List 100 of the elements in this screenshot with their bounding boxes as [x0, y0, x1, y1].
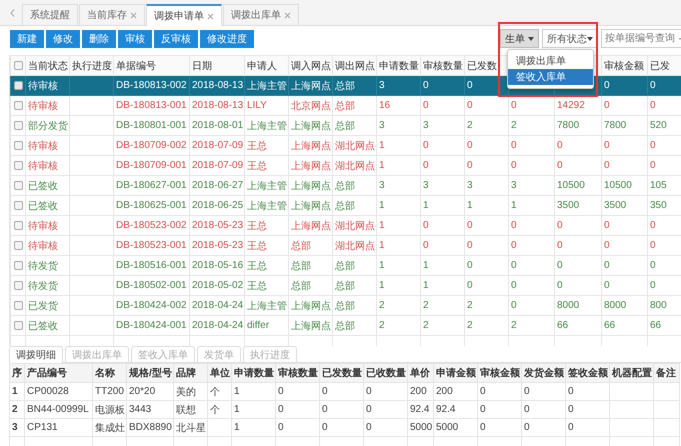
table-cell: 已发货	[28, 300, 58, 312]
checkbox[interactable]	[14, 240, 22, 250]
close-icon[interactable]	[130, 12, 137, 18]
tab[interactable]: 调拨出库单	[223, 4, 299, 25]
table-cell: 3443	[129, 404, 152, 415]
status-select[interactable]: 所有状态	[542, 29, 598, 48]
table-cell: 0	[511, 140, 517, 151]
checkbox[interactable]	[14, 200, 22, 210]
table-cell: DB-180813-001	[116, 100, 187, 111]
table-cell: 0	[278, 404, 284, 415]
table-cell: 0	[423, 160, 429, 171]
table-cell: 0	[650, 100, 656, 111]
table-cell: 2	[467, 320, 473, 331]
table-cell: 0	[278, 386, 284, 397]
column-header: 审核数量	[420, 56, 464, 76]
checkbox[interactable]	[14, 60, 22, 70]
checkbox[interactable]	[14, 160, 22, 170]
toolbar-button[interactable]: 修改	[46, 30, 80, 48]
generate-button[interactable]: 生单	[500, 29, 539, 48]
table-cell: 0	[511, 260, 517, 271]
table-cell: BN44-00999L	[27, 404, 89, 415]
table-cell: 0	[467, 220, 473, 231]
table-cell: 16	[379, 100, 390, 111]
tab[interactable]: 发货单	[197, 346, 241, 362]
table-cell: 已签收	[28, 320, 58, 332]
menu-item[interactable]: 调拨出库单	[508, 53, 593, 69]
table-cell: 0	[650, 240, 656, 251]
tab[interactable]: 调拨申请单	[146, 4, 222, 26]
toolbar-button[interactable]: 反审核	[154, 30, 198, 48]
table-cell: 待审核	[28, 240, 58, 252]
caret-icon	[587, 36, 593, 40]
table-cell: differ	[247, 320, 270, 331]
column-header: 单据编号	[114, 56, 190, 76]
column-header: 规格/型号	[129, 368, 172, 379]
table-cell: 0	[511, 220, 517, 231]
toolbar-button[interactable]: 新建	[10, 30, 44, 48]
table-cell: 2018-08-13	[192, 80, 244, 91]
table-cell: 20*20	[129, 386, 156, 397]
checkbox[interactable]	[14, 100, 22, 110]
column-header: 单位	[210, 368, 230, 379]
table-cell: 2018-05-23	[192, 240, 244, 251]
table-cell: 美的	[176, 386, 196, 398]
table-cell: 2	[511, 120, 517, 131]
table-cell: 0	[278, 422, 284, 433]
table-cell: 上海网点	[291, 220, 331, 232]
table-cell: 0	[322, 422, 328, 433]
table-cell: DB-180709-001	[116, 160, 187, 171]
table-cell: TT200	[95, 386, 124, 397]
tab[interactable]: 系统提醒	[22, 4, 78, 25]
checkbox[interactable]	[14, 80, 22, 90]
table-cell: 0	[480, 386, 486, 397]
tab[interactable]: 执行进度	[243, 346, 297, 362]
table-cell: 0	[557, 280, 563, 291]
search-field[interactable]: 按单据编号查询	[601, 29, 681, 48]
toolbar-button[interactable]: 审核	[118, 30, 152, 48]
column-header: 调入网点	[288, 56, 332, 76]
checkbox[interactable]	[14, 180, 22, 190]
table-cell: 7800	[557, 120, 580, 131]
table-cell: 0	[604, 220, 610, 231]
chevron-left-icon[interactable]	[10, 9, 15, 17]
table-cell: 0	[322, 386, 328, 397]
tab[interactable]: 调拨明细	[9, 346, 63, 363]
tab[interactable]: 当前库存	[79, 4, 145, 25]
table-cell: 0	[467, 240, 473, 251]
table-cell: 待审核	[28, 140, 58, 152]
column-header: 审核金额	[480, 368, 520, 379]
checkbox[interactable]	[14, 140, 22, 150]
toolbar-button[interactable]: 修改进度	[200, 30, 254, 48]
checkbox[interactable]	[14, 120, 22, 130]
checkbox[interactable]	[14, 320, 22, 330]
tab[interactable]: 签收入库单	[131, 346, 195, 362]
table-cell: 0	[557, 260, 563, 271]
close-icon[interactable]	[284, 12, 291, 18]
table-cell: 1	[379, 280, 385, 291]
table-cell: 2	[379, 300, 385, 311]
checkbox[interactable]	[14, 220, 22, 230]
table-cell: DB-180424-002	[116, 300, 187, 311]
table-cell: 总部	[335, 180, 355, 192]
table-cell: 1	[234, 386, 240, 397]
table-cell: 上海网点	[291, 200, 331, 212]
table-cell: 2	[12, 404, 18, 415]
table-cell: 3	[379, 80, 385, 91]
toolbar-button[interactable]: 删除	[82, 30, 116, 48]
table-cell: 0	[467, 80, 473, 91]
table-cell: 联想	[176, 404, 196, 416]
menu-item[interactable]: 签收入库单	[508, 69, 593, 85]
tab[interactable]: 调拨出库单	[65, 346, 129, 362]
table-cell: 0	[423, 220, 429, 231]
checkbox[interactable]	[14, 280, 22, 290]
checkbox[interactable]	[14, 260, 22, 270]
table-cell: DB-180709-002	[116, 140, 187, 151]
table-cell: 200	[436, 386, 453, 397]
close-icon[interactable]	[207, 12, 214, 20]
table-cell: 0	[480, 404, 486, 415]
table-cell: 0	[467, 280, 473, 291]
table-cell: 总部	[335, 120, 355, 132]
table-cell: 0	[604, 160, 610, 171]
checkbox[interactable]	[14, 300, 22, 310]
table-cell: 0	[524, 422, 530, 433]
table-cell: 3	[423, 180, 429, 191]
